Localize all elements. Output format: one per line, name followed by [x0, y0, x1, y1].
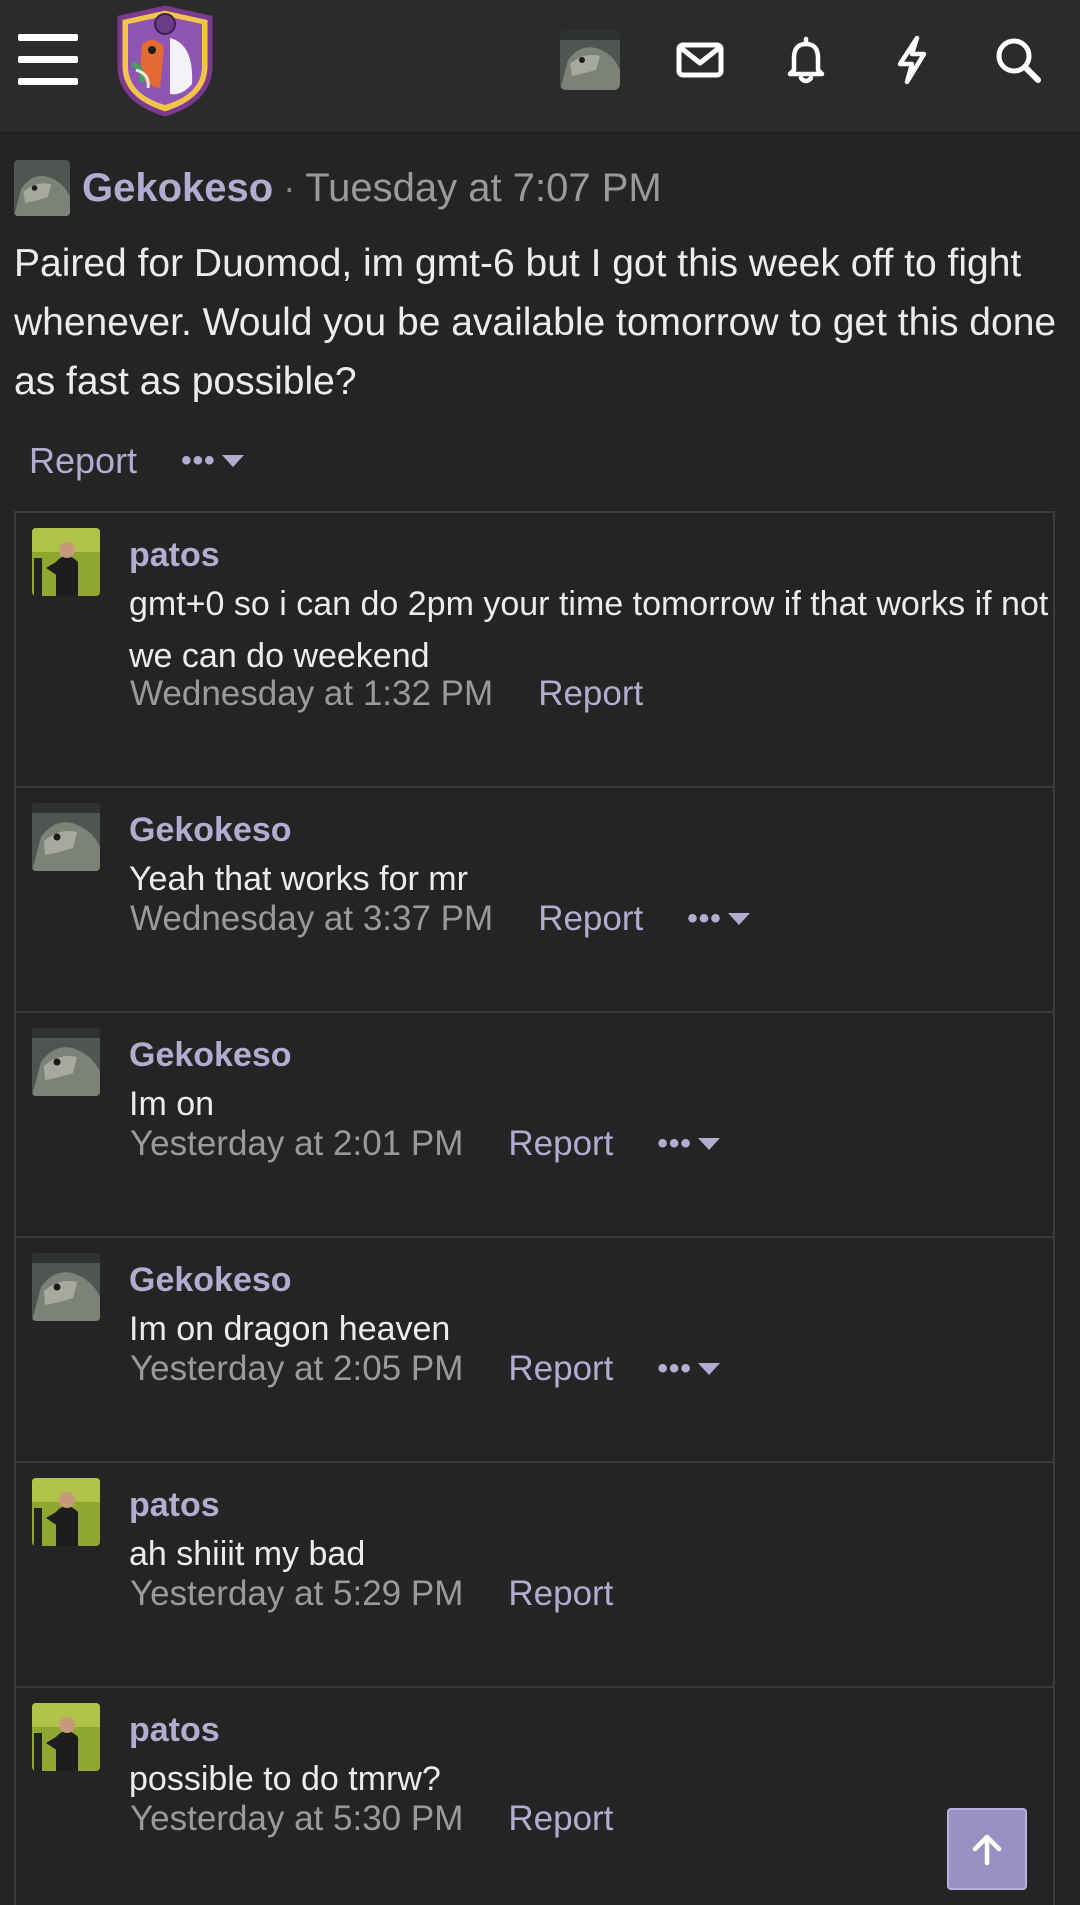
post-actions: Report ••• — [29, 436, 244, 486]
comment-time[interactable]: Yesterday at 5:29 PM — [130, 1574, 463, 1614]
comment-meta: Yesterday at 5:30 PM Report — [130, 1794, 613, 1844]
avatar[interactable] — [14, 160, 70, 216]
report-link[interactable]: Report — [538, 899, 643, 939]
comment-meta: Wednesday at 1:32 PM Report — [130, 669, 643, 719]
comment-time[interactable]: Yesterday at 5:30 PM — [130, 1799, 463, 1839]
arrow-up-icon — [972, 1834, 1002, 1866]
site-logo[interactable] — [112, 4, 218, 117]
post-time[interactable]: Tuesday at 7:07 PM — [305, 166, 661, 211]
comment-author[interactable]: patos — [129, 1711, 220, 1750]
caret-down-icon — [727, 913, 750, 925]
avatar[interactable] — [32, 1253, 100, 1321]
comment-item: Gekokeso Im on dragon heaven Yesterday a… — [16, 1238, 1053, 1463]
report-link[interactable]: Report — [508, 1349, 613, 1389]
avatar[interactable] — [32, 1478, 100, 1546]
comment-item: Gekokeso Im on Yesterday at 2:01 PM Repo… — [16, 1013, 1053, 1238]
bolt-icon[interactable] — [884, 32, 940, 88]
more-menu[interactable]: ••• — [657, 1354, 720, 1384]
ellipsis-icon: ••• — [657, 1127, 692, 1160]
comment-item: patos possible to do tmrw? Yesterday at … — [16, 1688, 1053, 1905]
report-link[interactable]: Report — [508, 1574, 613, 1614]
post-body: Paired for Duomod, im gmt-6 but I got th… — [14, 242, 1057, 403]
ellipsis-icon: ••• — [181, 444, 216, 477]
comment-author[interactable]: Gekokeso — [129, 811, 292, 850]
scroll-top-button[interactable] — [947, 1808, 1027, 1890]
avatar[interactable] — [32, 1028, 100, 1096]
comment-meta: Yesterday at 2:05 PM Report ••• — [130, 1344, 720, 1394]
comment-text: gmt+0 so i can do 2pm your time tomorrow… — [129, 585, 1049, 675]
top-bar — [0, 0, 1080, 134]
more-menu[interactable]: ••• — [687, 904, 750, 934]
comment-meta: Wednesday at 3:37 PM Report ••• — [130, 894, 750, 944]
more-menu[interactable]: ••• — [181, 446, 244, 476]
post-header: Gekokeso · Tuesday at 7:07 PM — [14, 158, 662, 218]
report-link[interactable]: Report — [508, 1799, 613, 1839]
caret-down-icon — [221, 455, 244, 467]
comment-author[interactable]: Gekokeso — [129, 1036, 292, 1075]
ellipsis-icon: ••• — [657, 1352, 692, 1385]
comment-item: patos ah shiiit my bad Yesterday at 5:29… — [16, 1463, 1053, 1688]
comment-time[interactable]: Yesterday at 2:05 PM — [130, 1349, 463, 1389]
ellipsis-icon: ••• — [687, 902, 722, 935]
bell-icon[interactable] — [778, 32, 834, 88]
caret-down-icon — [697, 1138, 720, 1150]
avatar[interactable] — [560, 30, 620, 90]
report-link[interactable]: Report — [29, 440, 137, 482]
more-menu[interactable]: ••• — [657, 1129, 720, 1159]
post-author[interactable]: Gekokeso — [82, 166, 273, 211]
search-icon[interactable] — [990, 32, 1046, 88]
comment-author[interactable]: patos — [129, 536, 220, 575]
avatar[interactable] — [32, 528, 100, 596]
comment-item: Gekokeso Yeah that works for mr Wednesda… — [16, 788, 1053, 1013]
caret-down-icon — [697, 1363, 720, 1375]
comment-list: patos gmt+0 so i can do 2pm your time to… — [14, 511, 1055, 1905]
comment-author[interactable]: Gekokeso — [129, 1261, 292, 1300]
comment-time[interactable]: Wednesday at 3:37 PM — [130, 899, 493, 939]
comment-author[interactable]: patos — [129, 1486, 220, 1525]
comment-time[interactable]: Yesterday at 2:01 PM — [130, 1124, 463, 1164]
avatar[interactable] — [32, 803, 100, 871]
separator: · — [283, 167, 296, 208]
report-link[interactable]: Report — [538, 674, 643, 714]
comment-item: patos gmt+0 so i can do 2pm your time to… — [16, 513, 1053, 788]
hamburger-icon[interactable] — [18, 34, 80, 86]
comment-meta: Yesterday at 5:29 PM Report — [130, 1569, 613, 1619]
report-link[interactable]: Report — [508, 1124, 613, 1164]
comment-meta: Yesterday at 2:01 PM Report ••• — [130, 1119, 720, 1169]
avatar[interactable] — [32, 1703, 100, 1771]
comment-time[interactable]: Wednesday at 1:32 PM — [130, 674, 493, 714]
envelope-icon[interactable] — [672, 32, 728, 88]
